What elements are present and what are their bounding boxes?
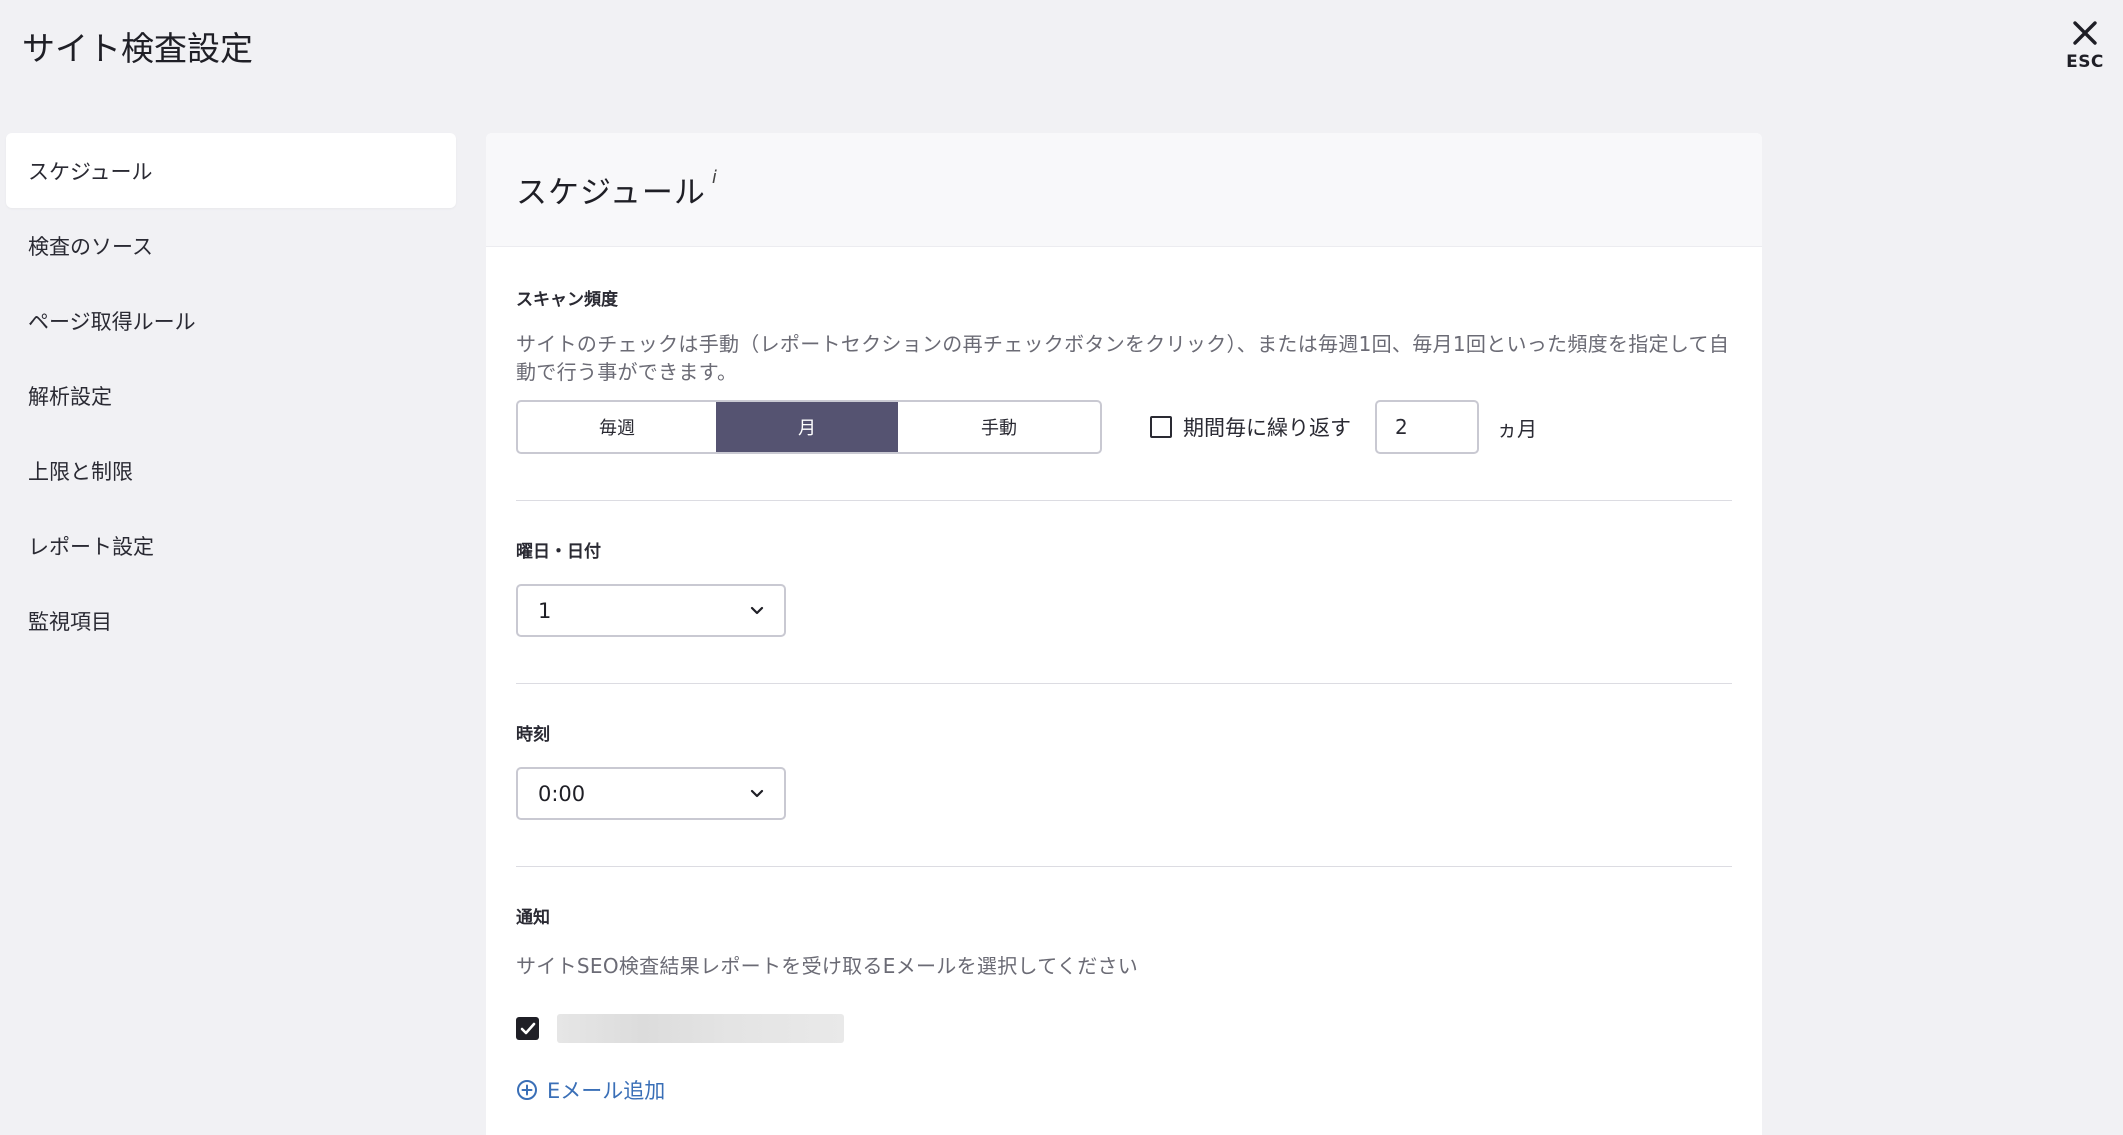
time-select-value: 0:00 [538,781,586,806]
panel-title: スケジュール [516,175,706,211]
sidebar-item-label: レポート設定 [28,534,154,559]
repeat-checkbox[interactable] [1150,416,1172,438]
sidebar-item-limits[interactable]: 上限と制限 [6,433,456,508]
chevron-down-icon [750,606,764,614]
frequency-option-weekly[interactable]: 毎週 [518,402,716,452]
scan-frequency-label: スキャン頻度 [516,290,618,310]
sidebar-item-label: 監視項目 [28,609,112,634]
sidebar-item-label: 上限と制限 [28,459,133,484]
add-email-button[interactable]: Eメール追加 [516,1075,1732,1105]
sidebar-item-schedule[interactable]: スケジュール [6,133,456,208]
time-section: 時刻 0:00 [486,684,1762,866]
frequency-option-monthly[interactable]: 月 [716,402,898,452]
close-button[interactable]: ESC [2060,18,2110,78]
esc-label: ESC [2066,52,2104,72]
plus-circle-icon [517,1080,537,1100]
frequency-option-manual[interactable]: 手動 [898,402,1100,452]
repeat-unit: ヵ月 [1497,416,1537,441]
frequency-segmented-control: 毎週 月 手動 [516,400,1102,454]
sidebar: スケジュール 検査のソース ページ取得ルール 解析設定 上限と制限 レポート設定… [6,133,456,658]
sidebar-item-report[interactable]: レポート設定 [6,508,456,583]
chevron-down-icon [750,789,764,797]
scan-frequency-description: サイトのチェックは手動（レポートセクションの再チェックボタンをクリック）、または… [516,332,1730,384]
sidebar-item-sources[interactable]: 検査のソース [6,208,456,283]
notification-section: 通知 サイトSEO検査結果レポートを受け取るEメールを選択してください Eメール… [486,867,1762,1105]
day-select-value: 1 [538,598,552,623]
day-label: 曜日・日付 [516,542,601,562]
frequency-row: 毎週 月 手動 期間毎に繰り返す ヵ月 [516,400,1732,454]
panel-header: スケジュール i [486,133,1762,247]
time-label: 時刻 [516,725,550,745]
notification-label: 通知 [516,908,550,928]
day-select[interactable]: 1 [516,584,786,637]
add-email-label: Eメール追加 [547,1079,666,1103]
repeat-label: 期間毎に繰り返す [1183,416,1351,440]
repeat-interval-input[interactable] [1375,400,1479,454]
info-icon[interactable]: i [712,167,717,188]
day-section: 曜日・日付 1 [486,501,1762,683]
sidebar-item-label: スケジュール [28,159,153,184]
sidebar-item-crawl-rules[interactable]: ページ取得ルール [6,283,456,358]
sidebar-item-label: 検査のソース [28,234,153,259]
close-icon [2073,21,2097,45]
notification-description: サイトSEO検査結果レポートを受け取るEメールを選択してください [516,954,1139,978]
repeat-checkbox-group[interactable]: 期間毎に繰り返す [1150,412,1351,442]
sidebar-item-label: ページ取得ルール [28,309,196,334]
sidebar-item-label: 解析設定 [28,384,112,409]
page-title: サイト検査設定 [22,29,253,68]
email-row [516,1014,1732,1043]
time-select[interactable]: 0:00 [516,767,786,820]
email-checkbox[interactable] [516,1017,539,1040]
settings-panel: スケジュール i スキャン頻度 サイトのチェックは手動（レポートセクションの再チ… [486,133,1762,1135]
redacted-email [557,1014,844,1043]
sidebar-item-analysis[interactable]: 解析設定 [6,358,456,433]
check-icon [520,1022,535,1034]
sidebar-item-monitoring[interactable]: 監視項目 [6,583,456,658]
scan-frequency-section: スキャン頻度 サイトのチェックは手動（レポートセクションの再チェックボタンをクリ… [486,247,1762,500]
